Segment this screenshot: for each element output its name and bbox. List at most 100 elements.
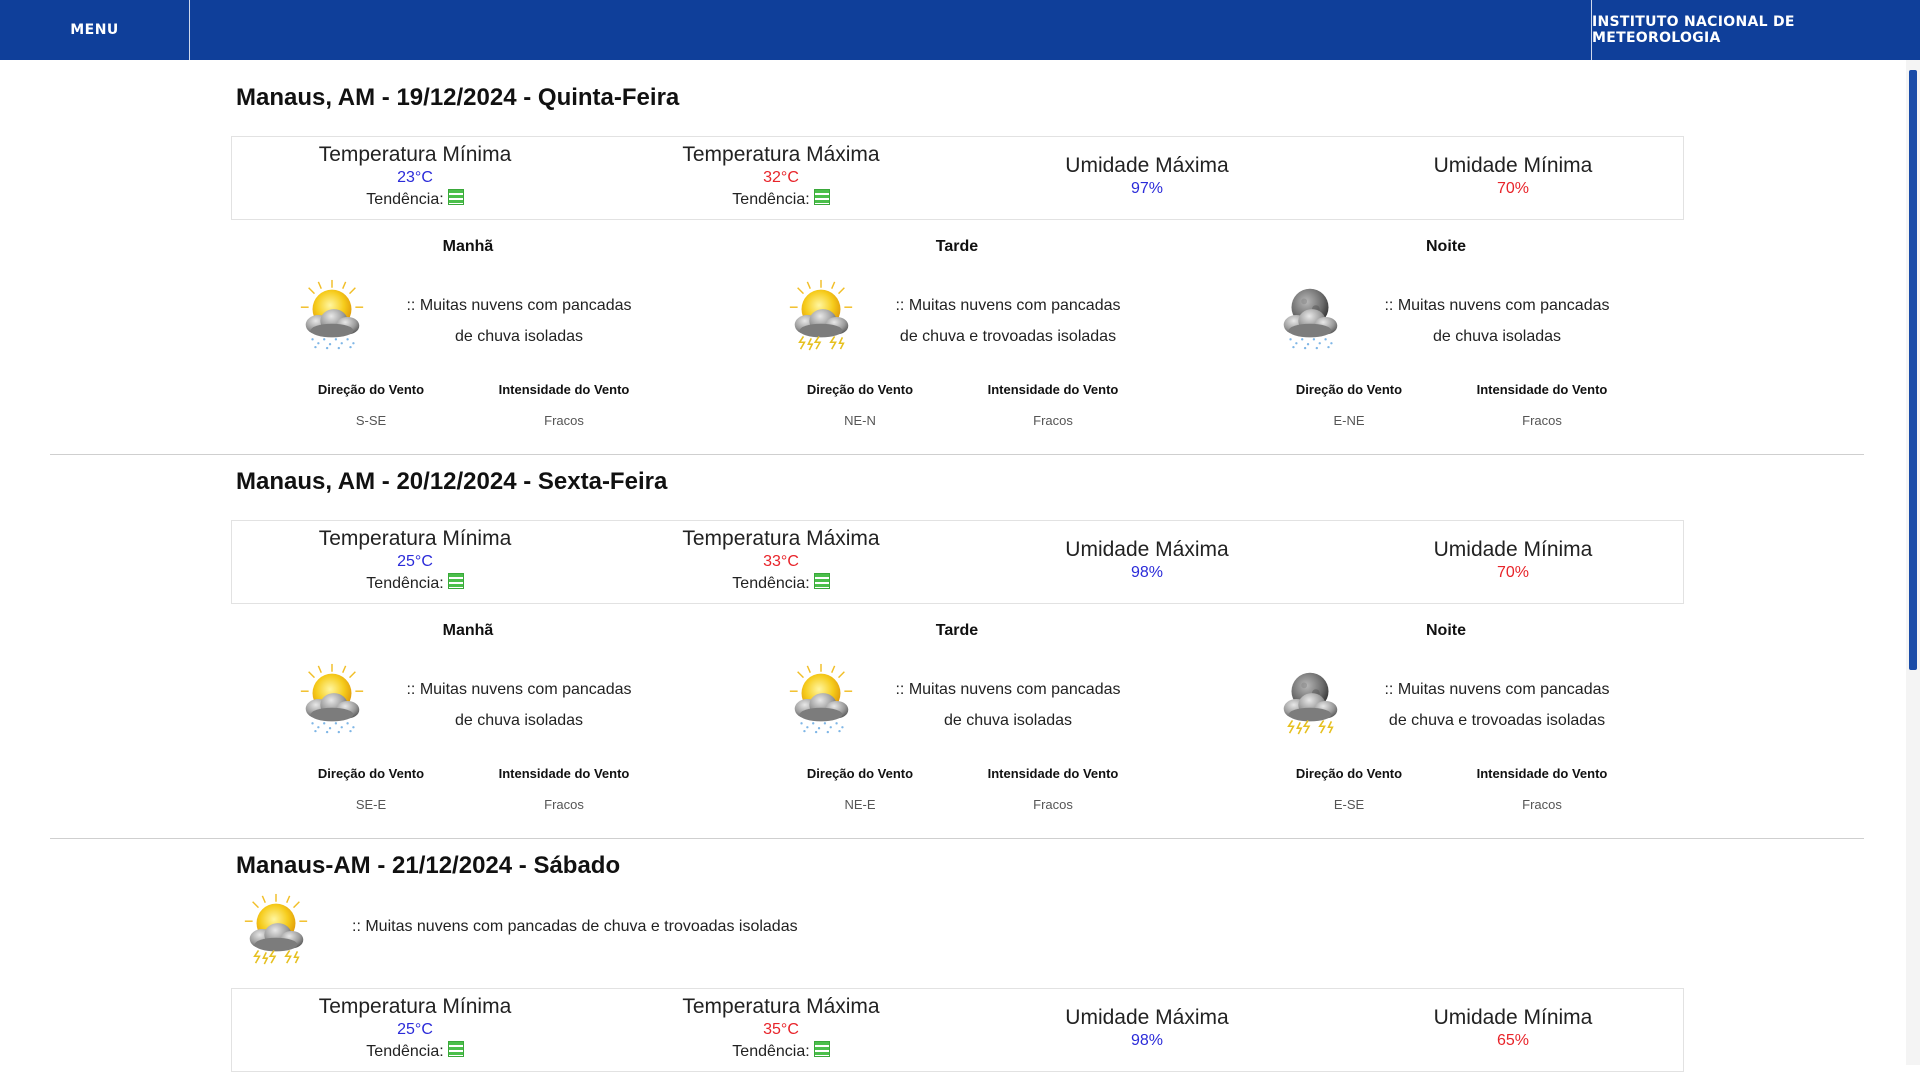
wind-intensity-label: Intensidade do Vento <box>498 766 630 781</box>
hum-min-value: 65% <box>1496 1032 1530 1049</box>
period-name: Noite <box>1426 622 1466 639</box>
hum-max-value: 98% <box>1130 564 1164 581</box>
stats-box: Temperatura Mínima 25°C Tendência: Tempe… <box>231 520 1684 604</box>
period-description: :: Muitas nuvens com pancadas de chuva is… <box>406 297 632 345</box>
hum-max-value: 97% <box>1130 180 1164 197</box>
wind-direction-value: E-SE <box>1333 797 1365 812</box>
inmet-link[interactable]: INSTITUTO NACIONAL DE METEOROLOGIA <box>1591 0 1920 60</box>
wind-intensity-value: Fracos <box>1033 797 1073 812</box>
wind-direction-label: Direção do Vento <box>806 382 914 397</box>
hum-min-label: Umidade Mínima <box>1433 1006 1593 1029</box>
period-name: Noite <box>1426 238 1466 255</box>
wind-intensity-label: Intensidade do Vento <box>987 382 1119 397</box>
wind-intensity-label: Intensidade do Vento <box>1476 766 1608 781</box>
temp-min-stat: Temperatura Mínima 25°C Tendência: <box>232 989 598 1071</box>
period-name: Manhã <box>442 238 494 255</box>
day-summary-description: :: Muitas nuvens com pancadas de chuva e… <box>352 918 798 935</box>
wind-direction-label: Direção do Vento <box>806 766 914 781</box>
period-description: :: Muitas nuvens com pancadas de chuva is… <box>1384 297 1610 345</box>
wind-intensity-value: Fracos <box>1522 797 1562 812</box>
wind-direction-label: Direção do Vento <box>317 382 425 397</box>
trend-label: Tendência: <box>732 575 810 592</box>
hum-min-label: Umidade Mínima <box>1433 154 1593 177</box>
temp-max-value: 35°C <box>763 1021 799 1038</box>
trend-stable-icon <box>447 573 464 589</box>
wind-intensity-value: Fracos <box>1522 413 1562 428</box>
moon-cloud-rain-icon <box>1283 288 1338 350</box>
trend-label: Tendência: <box>732 191 810 208</box>
hum-max-stat: Umidade Máxima 97% <box>964 137 1330 219</box>
hum-min-stat: Umidade Mínima 65% <box>1330 989 1696 1071</box>
temp-max-label: Temperatura Máxima <box>682 143 880 166</box>
wind-direction-label: Direção do Vento <box>317 766 425 781</box>
wind-direction-value: NE-E <box>844 797 876 812</box>
day-title: Manaus, AM - 19/12/2024 - Quinta-Feira <box>236 84 680 111</box>
menu-button[interactable]: MENU <box>0 0 190 60</box>
hum-min-stat: Umidade Mínima 70% <box>1330 521 1696 603</box>
page-scrollbar[interactable] <box>1906 60 1920 1065</box>
temp-min-value: 25°C <box>397 1021 433 1038</box>
trend: Tendência: <box>598 573 964 593</box>
period-manha: Manhã :: Muitas nuvens com pancadas de ch… <box>234 622 722 842</box>
temp-min-label: Temperatura Mínima <box>318 995 512 1018</box>
period-description: :: Muitas nuvens com pancadas de chuva e … <box>895 297 1121 345</box>
temp-max-label: Temperatura Máxima <box>682 527 880 550</box>
day-title: Manaus-AM - 21/12/2024 - Sábado <box>236 852 621 879</box>
day-separator <box>50 838 1864 839</box>
wind-intensity-label: Intensidade do Vento <box>1476 382 1608 397</box>
wind-direction-value: SE-E <box>355 797 387 812</box>
trend: Tendência: <box>232 573 598 593</box>
wind-direction-value: S-SE <box>355 413 387 428</box>
temp-min-stat: Temperatura Mínima 25°C Tendência: <box>232 521 598 603</box>
sun-cloud-storm-icon <box>244 893 308 965</box>
temp-min-label: Temperatura Mínima <box>318 527 512 550</box>
period-name: Tarde <box>935 622 979 639</box>
trend: Tendência: <box>232 1041 598 1061</box>
day-title: Manaus, AM - 20/12/2024 - Sexta-Feira <box>236 468 668 495</box>
wind-intensity-value: Fracos <box>1033 413 1073 428</box>
temp-max-stat: Temperatura Máxima 33°C Tendência: <box>598 521 964 603</box>
wind-intensity-label: Intensidade do Vento <box>987 766 1119 781</box>
wind-intensity-value: Fracos <box>544 413 584 428</box>
wind-intensity-label: Intensidade do Vento <box>498 382 630 397</box>
wind-direction-label: Direção do Vento <box>1295 382 1403 397</box>
wind-direction-label: Direção do Vento <box>1295 766 1403 781</box>
day-separator <box>50 454 1864 455</box>
hum-max-label: Umidade Máxima <box>1065 154 1229 177</box>
trend-label: Tendência: <box>366 191 444 208</box>
scrollbar-thumb[interactable] <box>1909 70 1917 670</box>
sun-cloud-storm-icon <box>789 279 853 351</box>
hum-max-stat: Umidade Máxima 98% <box>964 989 1330 1071</box>
trend: Tendência: <box>598 1041 964 1061</box>
temp-min-value: 25°C <box>397 553 433 570</box>
top-navigation-bar: MENU INSTITUTO NACIONAL DE METEOROLOGIA <box>0 0 1920 60</box>
sun-cloud-rain-icon <box>300 279 364 350</box>
wind-intensity-value: Fracos <box>544 797 584 812</box>
sun-cloud-rain-icon <box>300 663 364 734</box>
sun-cloud-rain-icon <box>789 663 853 734</box>
trend-stable-icon <box>447 189 464 205</box>
hum-max-stat: Umidade Máxima 98% <box>964 521 1330 603</box>
trend-label: Tendência: <box>366 575 444 592</box>
hum-min-value: 70% <box>1496 180 1530 197</box>
period-tarde: Tarde :: Muitas nuvens com pancadas de ch… <box>723 238 1211 458</box>
period-tarde: Tarde :: Muitas nuvens com pancadas de ch… <box>723 622 1211 842</box>
wind-direction-value: E-NE <box>1333 413 1365 428</box>
trend-label: Tendência: <box>732 1043 810 1060</box>
hum-min-label: Umidade Mínima <box>1433 538 1593 561</box>
period-description: :: Muitas nuvens com pancadas de chuva is… <box>895 681 1121 729</box>
period-manha: Manhã :: Muitas nuvens com pancadas de ch… <box>234 238 722 458</box>
temp-min-label: Temperatura Mínima <box>318 143 512 166</box>
period-name: Tarde <box>935 238 979 255</box>
stats-box: Temperatura Mínima 23°C Tendência: Tempe… <box>231 136 1684 220</box>
trend-stable-icon <box>813 189 830 205</box>
wind-direction-value: NE-N <box>844 413 876 428</box>
hum-max-value: 98% <box>1130 1032 1164 1049</box>
period-description: :: Muitas nuvens com pancadas de chuva e … <box>1384 681 1610 729</box>
hum-min-stat: Umidade Mínima 70% <box>1330 137 1696 219</box>
period-noite: Noite :: Muitas nuvens com pancadas de ch… <box>1212 622 1700 842</box>
period-name: Manhã <box>442 622 494 639</box>
temp-max-stat: Temperatura Máxima 32°C Tendência: <box>598 137 964 219</box>
temp-min-stat: Temperatura Mínima 23°C Tendência: <box>232 137 598 219</box>
period-noite: Noite :: Muitas nuvens com pancadas de ch… <box>1212 238 1700 458</box>
